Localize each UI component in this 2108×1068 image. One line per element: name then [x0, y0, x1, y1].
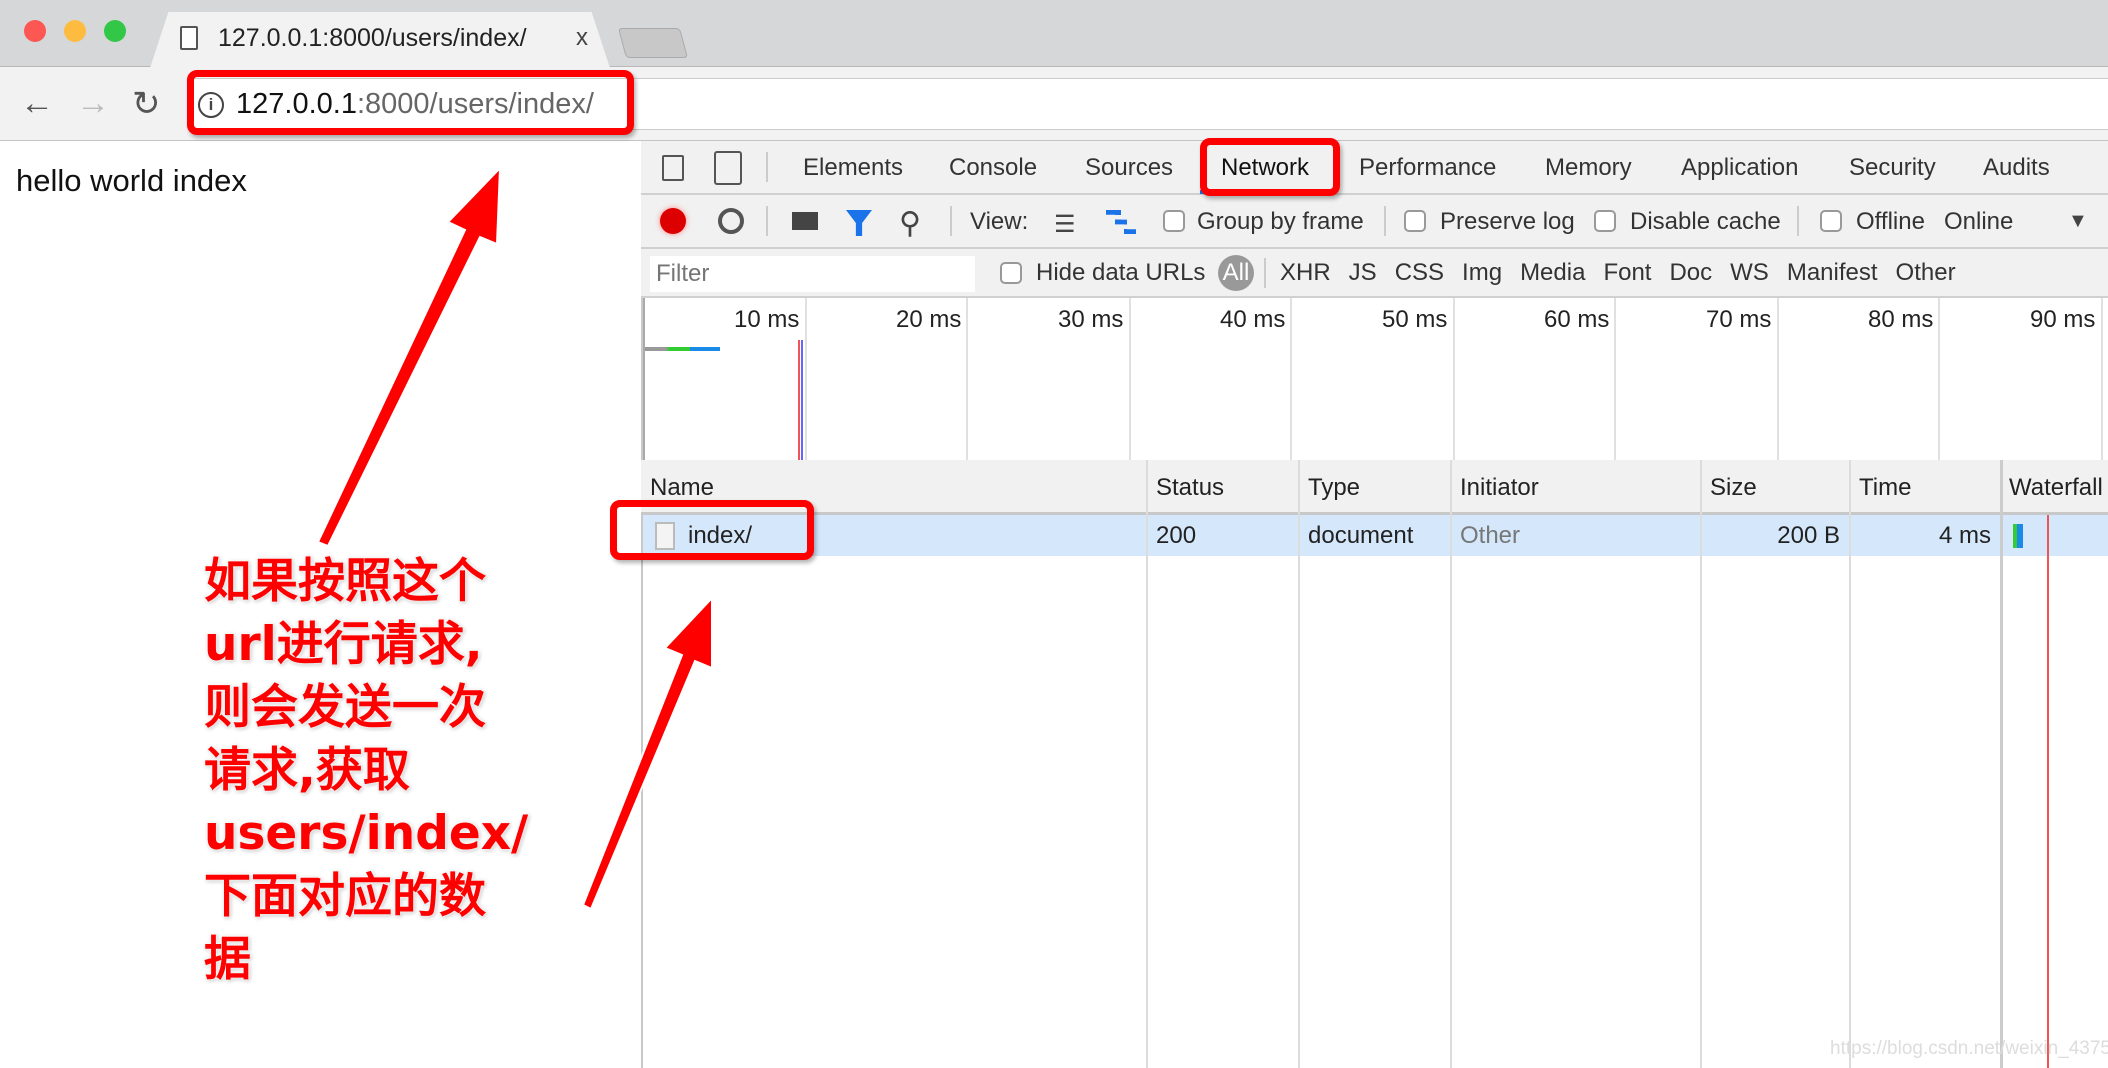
annotation-note: 如果按照这个 url进行请求, 则会发送一次 请求,获取 users/index…	[204, 550, 529, 991]
arrow-to-request-row	[581, 595, 713, 911]
annotation-line: 则会发送一次	[204, 680, 486, 735]
annotation-line: 下面对应的数	[204, 869, 486, 924]
annotation-line: url进行请求,	[204, 617, 483, 672]
watermark: https://blog.csdn.net/weixin_43751803	[1830, 1038, 2108, 1059]
arrow-to-address-bar	[316, 165, 502, 548]
annotation-line: users/index/	[204, 806, 529, 861]
annotation-line: 如果按照这个	[204, 554, 486, 609]
annotation-line: 据	[204, 932, 251, 987]
annotation-line: 请求,获取	[204, 743, 410, 798]
